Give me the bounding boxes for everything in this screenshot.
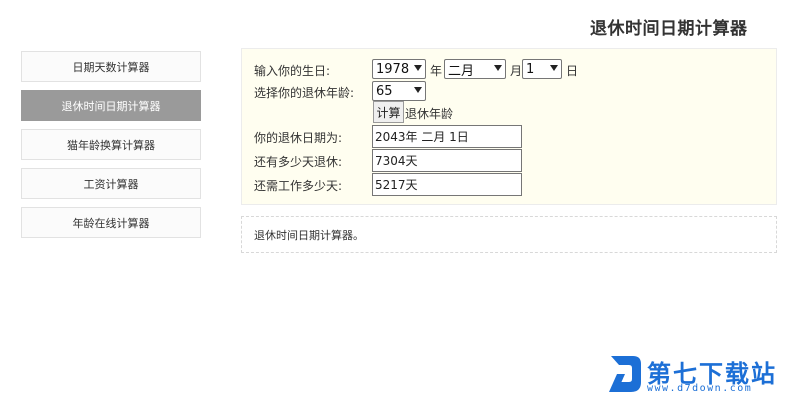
d7-logo-icon: [609, 356, 641, 392]
calculate-button[interactable]: 计算: [373, 101, 404, 123]
chevron-down-icon: [550, 65, 558, 71]
day-unit: 日: [566, 64, 579, 78]
sidebar-item-retirement[interactable]: 退休时间日期计算器: [21, 90, 201, 121]
description-panel: 退休时间日期计算器。: [241, 216, 777, 253]
work-days-field[interactable]: 5217天: [372, 173, 522, 196]
retire-age-select[interactable]: 65: [372, 81, 426, 101]
month-value: 二月: [448, 63, 475, 79]
year-value: 1978: [376, 61, 410, 77]
retire-age-label: 选择你的退休年龄:: [254, 86, 355, 100]
year-unit: 年: [430, 64, 443, 78]
chevron-down-icon: [414, 65, 422, 71]
page-title: 退休时间日期计算器: [590, 19, 748, 39]
sidebar-item-age[interactable]: 年龄在线计算器: [21, 207, 201, 238]
year-select[interactable]: 1978: [372, 59, 426, 79]
site-url-text: www.d7down.com: [647, 383, 753, 394]
days-left-label: 还有多少天退休:: [254, 155, 343, 169]
month-unit: 月: [510, 64, 523, 78]
retire-date-field[interactable]: 2043年 二月 1日: [372, 125, 522, 148]
retire-date-label: 你的退休日期为:: [254, 131, 343, 145]
sidebar-item-salary[interactable]: 工资计算器: [21, 168, 201, 199]
retire-age-value: 65: [376, 83, 393, 99]
sidebar: 日期天数计算器 退休时间日期计算器 猫年龄换算计算器 工资计算器 年龄在线计算器: [21, 51, 201, 246]
chevron-down-icon: [494, 65, 502, 71]
sidebar-item-date-days[interactable]: 日期天数计算器: [21, 51, 201, 82]
days-left-field[interactable]: 7304天: [372, 149, 522, 172]
calculator-panel: 输入你的生日: 1978 年 二月 月 1 日 选择你的退休年龄: 65 计算 …: [241, 48, 777, 205]
day-select[interactable]: 1: [522, 59, 562, 79]
birthday-label: 输入你的生日:: [254, 64, 331, 78]
work-days-label: 还需工作多少天:: [254, 179, 343, 193]
calculate-button-suffix: 退休年龄: [405, 107, 454, 121]
month-select[interactable]: 二月: [444, 59, 506, 79]
site-logo: 第七下载站 www.d7down.com: [605, 352, 795, 398]
chevron-down-icon: [414, 87, 422, 93]
day-value: 1: [526, 61, 535, 77]
sidebar-item-cat-age[interactable]: 猫年龄换算计算器: [21, 129, 201, 160]
